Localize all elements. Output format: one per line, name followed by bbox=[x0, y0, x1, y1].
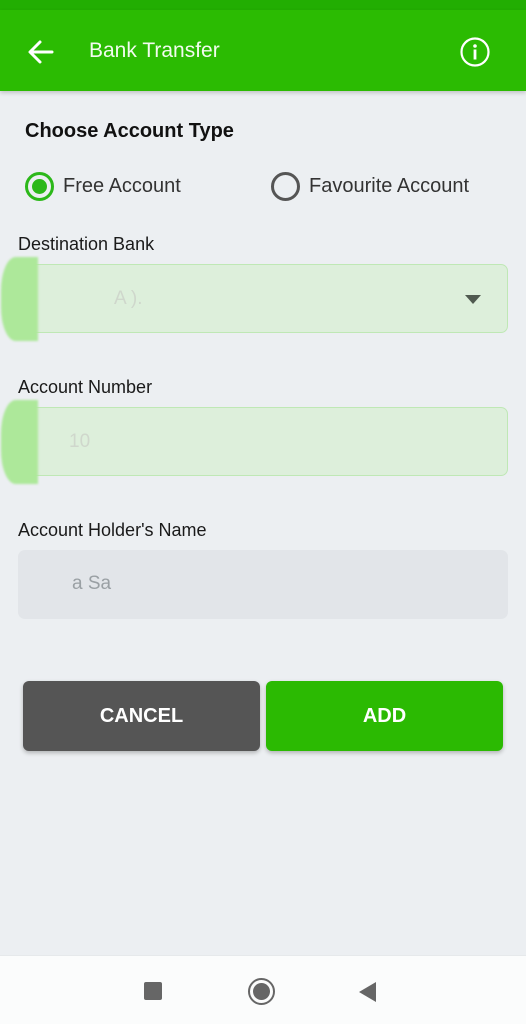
radio-label: Favourite Account bbox=[309, 175, 470, 197]
radio-checked-icon bbox=[25, 172, 54, 201]
account-holder-input: a Sa bbox=[18, 550, 508, 619]
dropdown-arrow-icon bbox=[465, 295, 481, 304]
radio-label: Free Account bbox=[63, 175, 181, 197]
page-title: Bank Transfer bbox=[89, 39, 220, 62]
app-bar: Bank Transfer bbox=[0, 10, 526, 91]
destination-bank-select[interactable]: A ). bbox=[1, 257, 508, 341]
destination-bank-value: A ). bbox=[114, 288, 143, 309]
account-number-label: Account Number bbox=[18, 377, 153, 397]
destination-bank-label: Destination Bank bbox=[18, 234, 155, 254]
redaction-blur bbox=[1, 400, 38, 484]
info-button[interactable] bbox=[459, 36, 491, 68]
account-holder-value: a Sa bbox=[72, 573, 112, 594]
back-button[interactable] bbox=[26, 37, 56, 67]
status-bar bbox=[0, 0, 526, 10]
cancel-button[interactable]: CANCEL bbox=[23, 681, 260, 751]
radio-favourite-account[interactable]: Favourite Account bbox=[271, 172, 469, 201]
account-holder-label: Account Holder's Name bbox=[18, 520, 207, 540]
account-type-title: Choose Account Type bbox=[25, 120, 234, 142]
info-circle-icon bbox=[460, 37, 490, 67]
square-icon[interactable] bbox=[144, 982, 162, 1000]
arrow-left-icon bbox=[28, 40, 54, 64]
system-nav-bar bbox=[0, 955, 526, 1024]
account-number-input[interactable]: 10 bbox=[1, 400, 508, 484]
redaction-blur bbox=[1, 257, 38, 341]
account-number-value: 10 bbox=[69, 431, 91, 452]
triangle-back-icon[interactable] bbox=[359, 982, 376, 1002]
circle-icon[interactable] bbox=[248, 978, 275, 1005]
radio-unchecked-icon bbox=[271, 172, 300, 201]
add-button[interactable]: ADD bbox=[266, 681, 503, 751]
radio-free-account[interactable]: Free Account bbox=[25, 172, 181, 201]
